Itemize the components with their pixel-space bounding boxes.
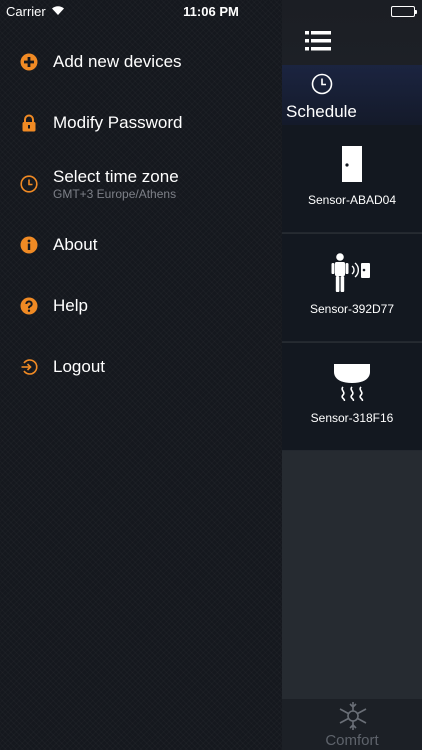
- sensor-name: Sensor-318F16: [310, 411, 394, 425]
- menu-item-modify-password[interactable]: Modify Password: [0, 98, 282, 148]
- tab-schedule[interactable]: Schedule: [282, 65, 422, 125]
- clock-icon: [20, 175, 38, 193]
- sensor-card[interactable]: Sensor-ABAD04: [282, 125, 422, 233]
- menu-label-logout: Logout: [53, 357, 105, 376]
- help-icon: [20, 297, 38, 315]
- door-icon: [282, 145, 422, 183]
- hamburger-menu-icon[interactable]: [305, 30, 331, 52]
- status-bar: Carrier 11:06 PM: [0, 0, 422, 24]
- menu-label-select-time-zone: Select time zone: [53, 167, 179, 186]
- menu-item-add-new-devices[interactable]: Add new devices: [0, 37, 282, 87]
- app-screen: Add new devices Modify Password Select t…: [0, 0, 422, 750]
- plus-circle-icon: [20, 53, 38, 71]
- menu-item-help[interactable]: Help: [0, 281, 282, 331]
- tab-schedule-label: Schedule: [286, 102, 357, 121]
- tab-comfort-label: Comfort: [325, 732, 379, 749]
- menu-label-help: Help: [53, 296, 88, 315]
- status-time: 11:06 PM: [183, 4, 239, 19]
- sensor-name: Sensor-392D77: [309, 302, 395, 316]
- tab-comfort[interactable]: Comfort: [282, 699, 422, 750]
- comfort-icon: [337, 701, 369, 731]
- menu-label-add-new-devices: Add new devices: [53, 52, 182, 71]
- battery-icon: [391, 6, 417, 17]
- clock-icon: [311, 73, 333, 95]
- menu-label-about: About: [53, 235, 98, 254]
- sensor-name: Sensor-ABAD04: [307, 193, 397, 207]
- sensor-card[interactable]: Sensor-392D77: [282, 234, 422, 342]
- menu-item-about[interactable]: About: [0, 220, 282, 270]
- motion-sensor-icon: [282, 253, 422, 293]
- logout-icon: [20, 358, 38, 376]
- menu-item-logout[interactable]: Logout: [0, 342, 282, 392]
- sensor-card[interactable]: Sensor-318F16: [282, 343, 422, 451]
- panel-tabs: Schedule: [282, 65, 422, 125]
- time-zone-value: GMT+3 Europe/Athens: [53, 187, 177, 201]
- main-panel: Schedule Sensor-ABAD04 Sensor-392D77 Sen…: [282, 0, 422, 750]
- smoke-detector-icon: [282, 363, 422, 401]
- lock-icon: [20, 114, 38, 132]
- menu-label-modify-password: Modify Password: [53, 113, 183, 132]
- menu-item-select-time-zone[interactable]: Select time zone GMT+3 Europe/Athens: [0, 160, 282, 216]
- info-icon: [20, 236, 38, 254]
- side-menu: Add new devices Modify Password Select t…: [0, 0, 282, 750]
